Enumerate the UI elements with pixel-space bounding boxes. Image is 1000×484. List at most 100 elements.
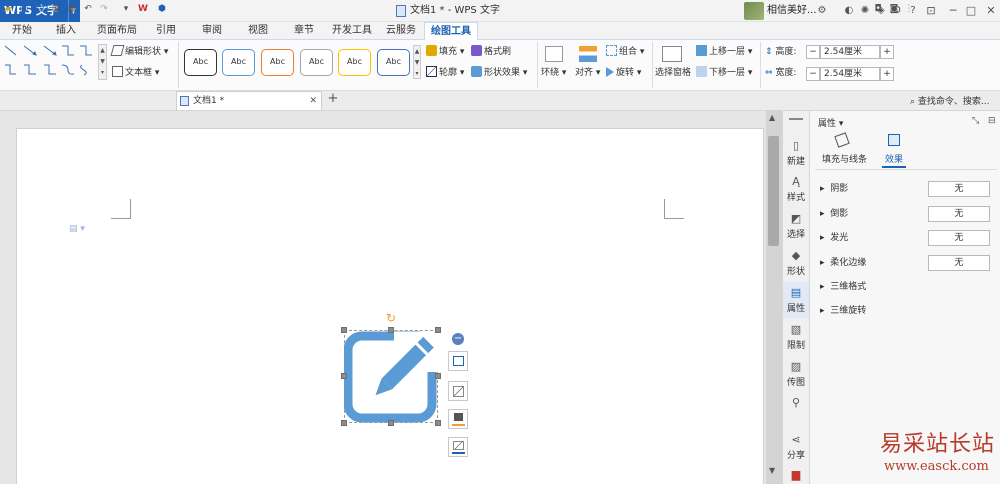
shape-effect-button[interactable]: 形状效果 ▾ [471, 66, 527, 80]
sidebar-item-select[interactable]: ◩ 选择 [783, 213, 809, 241]
rotate-button[interactable]: 旋转 ▾ [606, 66, 641, 80]
scroll-down-icon[interactable]: ▼ [769, 466, 775, 475]
format-painter-button[interactable]: 格式刷 [471, 45, 511, 59]
shadow-select[interactable]: 无 [928, 181, 990, 197]
float-layout-button[interactable] [448, 351, 468, 371]
tab-effects[interactable]: 效果 [885, 152, 903, 165]
command-search[interactable]: ⌕ 查找命令、搜索... [910, 94, 990, 107]
width-input[interactable]: 2.54厘米 [820, 67, 880, 81]
output-pdf-icon[interactable]: ▤ [34, 3, 46, 16]
reflection-select[interactable]: 无 [928, 206, 990, 222]
tab-developer[interactable]: 开发工具 [328, 22, 376, 40]
sidebar-item-styles[interactable]: Ą 样式 [783, 176, 809, 204]
reflection-row[interactable]: ▸ 倒影 [820, 207, 848, 221]
tab-fill-and-line[interactable]: 填充与线条 [822, 152, 867, 165]
text-box-button[interactable]: 文本框 ▾ [112, 66, 159, 80]
paragraph-layout-icon[interactable]: ▤ ▾ [69, 224, 85, 234]
height-decrement-button[interactable]: − [806, 45, 820, 59]
glow-select[interactable]: 无 [928, 230, 990, 246]
user-name[interactable]: 相信美好... [767, 0, 817, 22]
scroll-up-icon[interactable]: ▲ [769, 113, 775, 122]
resize-handle-e[interactable] [435, 373, 441, 379]
tab-page-layout[interactable]: 页面布局 [88, 22, 146, 40]
shape-style-5[interactable]: Abc [338, 49, 371, 76]
tab-insert[interactable]: 插入 [44, 22, 88, 40]
selection-pane-button[interactable]: 选择窗格 [655, 66, 691, 80]
wrap-button[interactable]: 环绕 ▾ [541, 66, 566, 80]
options-icon[interactable]: ⋮ [903, 3, 915, 16]
fill-button[interactable]: 填充 ▾ [426, 45, 464, 59]
tab-cloud[interactable]: 云服务 [380, 22, 422, 40]
feedback-icon[interactable]: ◙ [888, 3, 900, 16]
height-increment-button[interactable]: + [880, 45, 894, 59]
print-icon[interactable]: ▥ [50, 3, 62, 16]
sidebar-item-location[interactable]: ⚲ [783, 397, 809, 411]
shape-gallery-scroll[interactable]: ▲ ▼ ▾ [98, 44, 107, 80]
sidebar-item-shapes[interactable]: ◆ 形状 [783, 250, 809, 278]
float-style-button[interactable] [448, 381, 468, 401]
undo-icon[interactable]: ↶ [82, 3, 94, 16]
dock-panel-icon[interactable]: ⤡ [972, 116, 979, 126]
sidebar-item-new[interactable]: ▯ 新建 [783, 140, 809, 168]
resize-handle-n[interactable] [388, 327, 394, 333]
restore-icon[interactable]: ⊡ [924, 3, 938, 19]
customize-dropdown-icon[interactable]: ▾ [120, 3, 132, 16]
settings-icon[interactable]: ⚙ [815, 3, 829, 19]
cloud-docs-icon[interactable]: ⬢ [156, 3, 168, 16]
redo-icon[interactable]: ↷ [98, 3, 110, 16]
tab-drawing-tools[interactable]: 绘图工具 [424, 22, 478, 40]
outline-button[interactable]: 轮廓 ▾ [426, 66, 464, 80]
collapse-toolbar-icon[interactable]: − [452, 333, 464, 345]
sidebar-item-share[interactable]: ⋖ 分享 [783, 434, 809, 462]
align-button[interactable]: 对齐 ▾ [575, 66, 600, 80]
send-backward-button[interactable]: 下移一层 ▾ [696, 66, 752, 80]
rotate-handle-icon[interactable]: ↻ [385, 312, 397, 324]
panel-title[interactable]: 属性 ▾ [818, 116, 843, 129]
resize-handle-se[interactable] [435, 420, 441, 426]
shadow-row[interactable]: ▸ 阴影 [820, 182, 848, 196]
shape-style-6[interactable]: Abc [377, 49, 410, 76]
soft-edges-select[interactable]: 无 [928, 255, 990, 271]
shape-style-2[interactable]: Abc [222, 49, 255, 76]
minimize-icon[interactable]: ─ [946, 3, 960, 19]
shape-style-3[interactable]: Abc [261, 49, 294, 76]
soft-edges-row[interactable]: ▸ 柔化边缘 [820, 256, 866, 270]
tab-home[interactable]: 开始 [0, 22, 44, 40]
resize-handle-nw[interactable] [341, 327, 347, 333]
skin-icon[interactable]: ◐ [842, 3, 856, 19]
3d-rotation-row[interactable]: ▸ 三维旋转 [820, 304, 866, 318]
bring-forward-button[interactable]: 上移一层 ▾ [696, 45, 752, 59]
sidebar-item-restrict[interactable]: ▧ 限制 [783, 324, 809, 352]
edit-shape-button[interactable]: 编辑形状 ▾ [110, 45, 168, 59]
edit-pencil-shape[interactable] [344, 330, 440, 424]
sidebar-item-upload-image[interactable]: ▨ 传图 [783, 361, 809, 389]
resize-handle-w[interactable] [341, 373, 347, 379]
group-button[interactable]: 组合 ▾ [606, 45, 644, 59]
close-tab-icon[interactable]: ✕ [309, 92, 317, 110]
document-page[interactable] [16, 128, 764, 484]
open-folder-icon[interactable]: ▰ [2, 3, 14, 16]
shape-style-1[interactable]: Abc [184, 49, 217, 76]
resize-handle-sw[interactable] [341, 420, 347, 426]
resize-handle-s[interactable] [388, 420, 394, 426]
resize-handle-ne[interactable] [435, 327, 441, 333]
comment-icon[interactable]: ◘ [872, 3, 884, 16]
float-outline-button[interactable] [448, 437, 468, 457]
maximize-icon[interactable]: □ [964, 3, 978, 19]
scroll-thumb[interactable] [768, 136, 779, 246]
style-gallery-scroll[interactable]: ▲ ▼ ▾ [413, 45, 421, 79]
shape-style-4[interactable]: Abc [300, 49, 333, 76]
sidebar-item-delete[interactable]: ▆ [783, 469, 809, 483]
new-tab-icon[interactable]: + [327, 92, 339, 105]
tab-review[interactable]: 审阅 [192, 22, 232, 40]
gear-icon[interactable]: ✺ [858, 3, 872, 19]
sidebar-item-properties[interactable]: ▤ 属性 [783, 287, 809, 315]
tab-view[interactable]: 视图 [238, 22, 278, 40]
glow-row[interactable]: ▸ 发光 [820, 231, 848, 245]
pin-panel-icon[interactable]: ⊟ [988, 116, 996, 126]
document-tab[interactable]: 文档1 * ✕ [176, 91, 322, 110]
wps-logo-icon[interactable]: W [137, 3, 149, 16]
width-decrement-button[interactable]: − [806, 67, 820, 81]
shape-gallery[interactable] [2, 43, 96, 79]
save-icon[interactable]: ▣ [18, 3, 30, 16]
